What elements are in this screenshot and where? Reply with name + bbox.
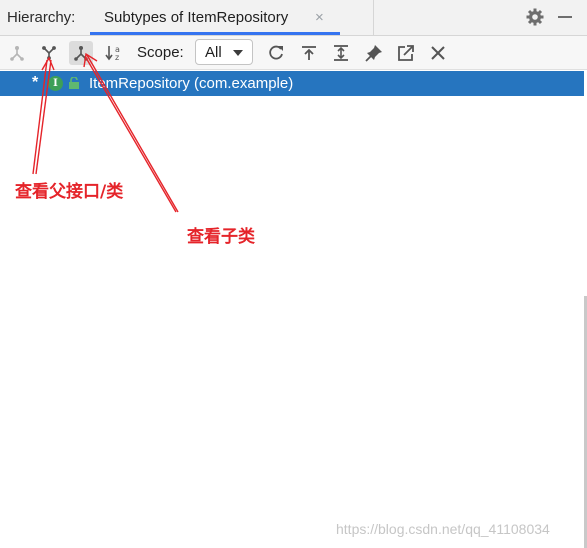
base-marker: * [32, 74, 39, 91]
tab-close-icon[interactable]: × [315, 9, 324, 26]
hierarchy-toolbar: a z Scope: All [0, 36, 587, 70]
refresh-icon [269, 45, 283, 60]
type-hierarchy-button[interactable] [5, 41, 29, 65]
export-button[interactable] [297, 41, 321, 65]
pin-button[interactable] [362, 41, 386, 65]
expand-all-icon [334, 45, 348, 61]
supertypes-hierarchy-button[interactable] [37, 41, 61, 65]
svg-text:z: z [115, 53, 119, 62]
tab-subtypes[interactable]: Subtypes of ItemRepository × [90, 0, 340, 35]
scope-dropdown[interactable]: All [195, 39, 253, 65]
pin-icon [365, 45, 382, 62]
subtypes-hierarchy-button[interactable] [69, 41, 93, 65]
export-icon [302, 46, 316, 60]
sort-alphabetically-button[interactable]: a z [103, 41, 127, 65]
gear-icon[interactable] [525, 7, 545, 27]
open-in-window-button[interactable] [394, 41, 418, 65]
header-divider [373, 0, 374, 35]
subtypes-hierarchy-icon [74, 46, 88, 61]
chevron-down-icon [233, 50, 243, 56]
open-in-window-icon [398, 45, 414, 61]
expand-all-button[interactable] [329, 41, 353, 65]
hierarchy-label: Hierarchy: [7, 9, 76, 26]
watermark: https://blog.csdn.net/qq_41108034 [336, 521, 550, 537]
tab-title: Subtypes of ItemRepository [104, 9, 289, 26]
close-icon [431, 46, 445, 60]
annotation-subtypes: 查看子类 [187, 227, 255, 247]
refresh-button[interactable] [264, 41, 288, 65]
type-hierarchy-icon [10, 46, 24, 61]
minimize-icon[interactable] [558, 16, 572, 18]
close-button[interactable] [426, 41, 450, 65]
interface-icon: I [48, 76, 63, 91]
supertypes-hierarchy-icon [42, 46, 56, 60]
scope-value: All [205, 44, 222, 61]
annotation-supertypes: 查看父接口/类 [15, 182, 124, 202]
tool-window-header: Hierarchy: Subtypes of ItemRepository × [0, 0, 587, 36]
sort-alphabetically-icon: a z [105, 45, 120, 62]
tree-item-label: ItemRepository (com.example) [89, 75, 294, 92]
scope-label: Scope: [137, 44, 184, 61]
lock-icon [69, 77, 79, 89]
tree-row-selected[interactable]: * I ItemRepository (com.example) [0, 71, 584, 96]
